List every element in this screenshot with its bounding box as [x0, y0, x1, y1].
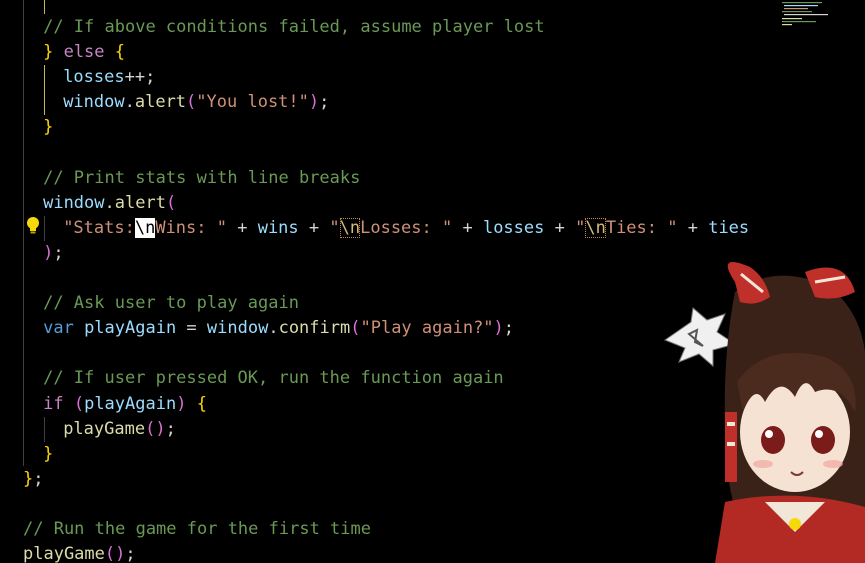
indent-guide	[23, 0, 24, 466]
code-token: ;	[53, 242, 64, 263]
code-token: window	[43, 192, 105, 213]
code-line[interactable]: "Stats:\nWins: " + wins + "\nLosses: " +…	[63, 216, 749, 241]
code-line[interactable]: if (playAgain) {	[43, 392, 207, 417]
code-token: }	[43, 443, 54, 464]
code-token: ;	[33, 468, 44, 489]
indent-guide	[44, 216, 45, 241]
indent-guide-active	[44, 65, 45, 115]
code-line[interactable]: window.alert(	[43, 191, 176, 216]
code-line[interactable]: }	[43, 442, 53, 467]
code-token: ;	[125, 544, 136, 563]
code-line[interactable]: window.alert("You lost!");	[63, 90, 329, 115]
code-token: (	[350, 318, 361, 339]
code-token: (	[73, 393, 85, 414]
code-line[interactable]: // If user pressed OK, run the function …	[43, 366, 504, 391]
code-line[interactable]: // Run the game for the first time	[23, 517, 371, 542]
code-token: )	[155, 418, 166, 439]
code-token: "	[575, 217, 586, 238]
code-token: +	[544, 217, 576, 238]
code-line[interactable]: // If above conditions failed, assume pl…	[43, 15, 545, 40]
minimap[interactable]	[778, 0, 838, 28]
code-token: playAgain	[84, 318, 177, 339]
code-token: "Stats:	[63, 217, 135, 238]
code-token: +	[452, 217, 483, 238]
code-token: .	[268, 318, 279, 339]
code-token: // If user pressed OK, run the function …	[43, 368, 504, 389]
code-token: }	[23, 468, 34, 489]
code-token: alert	[114, 192, 166, 213]
code-token: =	[176, 318, 207, 339]
code-token: losses	[63, 67, 125, 88]
code-token: Wins: "	[155, 217, 227, 238]
code-token: Ties: "	[605, 217, 678, 238]
code-token: confirm	[278, 318, 351, 339]
code-token: // Ask user to play again	[43, 293, 299, 314]
code-token: (	[165, 192, 177, 213]
code-token: else	[63, 42, 105, 63]
code-token: +	[677, 217, 709, 238]
code-token: playGame	[23, 544, 105, 563]
code-token: "Play again?"	[360, 318, 494, 339]
code-token: ;	[503, 318, 515, 339]
code-line[interactable]: } else {	[43, 40, 125, 65]
indent-guide-active	[44, 0, 45, 14]
code-token: // Run the game for the first time	[23, 519, 371, 539]
code-token: )	[308, 92, 320, 113]
code-line[interactable]: playGame();	[63, 417, 176, 442]
code-token: +	[298, 217, 330, 238]
code-token: \n	[585, 217, 606, 238]
code-token: (	[104, 544, 116, 563]
code-token: window	[63, 92, 125, 113]
code-line[interactable]: playGame();	[23, 542, 136, 563]
code-token: Losses: "	[360, 217, 453, 238]
code-token: "	[329, 217, 340, 238]
code-token: +	[226, 217, 258, 238]
code-token: alert	[134, 92, 187, 113]
code-token: }	[43, 117, 54, 138]
code-token: playGame	[63, 418, 146, 439]
code-token: }	[43, 42, 64, 63]
code-token: playAgain	[84, 393, 177, 414]
code-token: // Print stats with line breaks	[43, 167, 361, 188]
code-token: \n	[339, 217, 361, 238]
code-token: if	[43, 393, 64, 414]
lightbulb-icon[interactable]	[26, 216, 40, 236]
code-token: {	[196, 393, 207, 414]
code-token: )	[493, 318, 504, 339]
code-token: var	[43, 318, 74, 339]
code-line[interactable]: var playAgain = window.confirm("Play aga…	[43, 316, 514, 341]
code-token: .	[124, 92, 135, 113]
code-token: wins	[257, 217, 299, 238]
indent-guide	[44, 417, 45, 442]
code-token: ;	[165, 418, 176, 439]
code-token: {	[104, 42, 126, 63]
code-line[interactable]: };	[23, 467, 44, 492]
code-line[interactable]: }	[43, 115, 53, 140]
anime-character-background	[663, 262, 865, 563]
code-token: ;	[319, 92, 330, 113]
code-token: ties	[708, 217, 750, 238]
code-token: (	[186, 92, 197, 113]
code-token: window	[206, 318, 269, 339]
code-token: (	[145, 418, 156, 439]
code-line[interactable]: // Ask user to play again	[43, 291, 299, 316]
code-token: .	[104, 192, 115, 213]
code-token: ++;	[124, 67, 156, 88]
code-token: )	[115, 544, 126, 563]
code-token: )	[176, 393, 187, 414]
code-token: "You lost!"	[196, 92, 309, 113]
code-token: // If above conditions failed, assume pl…	[43, 17, 545, 37]
code-token: )	[43, 242, 54, 263]
code-line[interactable]: );	[43, 241, 64, 266]
code-token: \n	[134, 217, 156, 238]
code-line[interactable]: losses++;	[63, 65, 155, 90]
code-line[interactable]: // Print stats with line breaks	[43, 166, 360, 191]
code-token: losses	[482, 217, 545, 238]
